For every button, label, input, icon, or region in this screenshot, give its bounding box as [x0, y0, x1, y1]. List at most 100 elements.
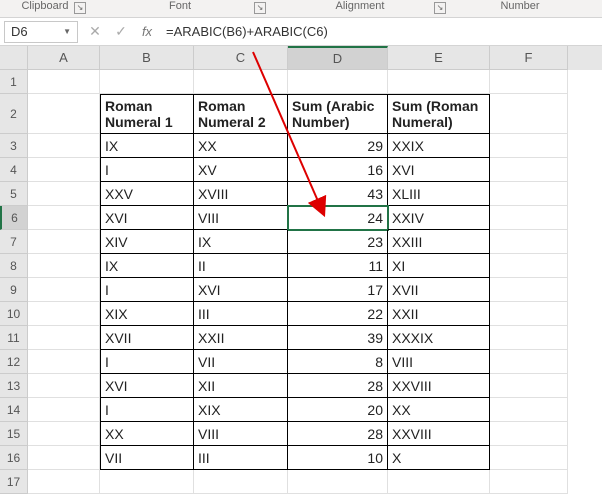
- cell[interactable]: 8: [288, 350, 388, 374]
- cell[interactable]: [388, 70, 490, 94]
- col-header[interactable]: B: [100, 46, 194, 70]
- cell[interactable]: XVII: [388, 278, 490, 302]
- row-header[interactable]: 3: [0, 134, 27, 158]
- cell[interactable]: Sum (Arabic Number): [288, 94, 388, 134]
- cell[interactable]: [28, 206, 100, 230]
- dialog-launcher-icon[interactable]: ↘: [74, 2, 86, 14]
- cell[interactable]: [490, 206, 568, 230]
- cell[interactable]: [28, 254, 100, 278]
- cell[interactable]: XXXIX: [388, 326, 490, 350]
- cell[interactable]: Sum (Roman Numeral): [388, 94, 490, 134]
- row-header[interactable]: 4: [0, 158, 27, 182]
- cell[interactable]: [28, 278, 100, 302]
- row-header[interactable]: 5: [0, 182, 27, 206]
- cell[interactable]: [490, 70, 568, 94]
- cell[interactable]: XXVIII: [388, 422, 490, 446]
- cell[interactable]: XV: [194, 158, 288, 182]
- row-header[interactable]: 15: [0, 422, 27, 446]
- row-header[interactable]: 17: [0, 470, 27, 494]
- row-header[interactable]: 8: [0, 254, 27, 278]
- cell[interactable]: XX: [194, 134, 288, 158]
- cell[interactable]: [288, 470, 388, 494]
- cell[interactable]: [28, 94, 100, 134]
- cell[interactable]: 20: [288, 398, 388, 422]
- enter-icon[interactable]: ✓: [108, 23, 134, 40]
- cell[interactable]: XXVIII: [388, 374, 490, 398]
- cell[interactable]: II: [194, 254, 288, 278]
- cell[interactable]: XVI: [194, 278, 288, 302]
- col-header[interactable]: A: [28, 46, 100, 70]
- cell[interactable]: 22: [288, 302, 388, 326]
- cell[interactable]: [490, 446, 568, 470]
- cell[interactable]: XI: [388, 254, 490, 278]
- row-header[interactable]: 16: [0, 446, 27, 470]
- cell[interactable]: [28, 158, 100, 182]
- cell[interactable]: IX: [100, 134, 194, 158]
- cell[interactable]: [490, 254, 568, 278]
- cell[interactable]: [28, 470, 100, 494]
- cell[interactable]: [490, 350, 568, 374]
- cell[interactable]: Roman Numeral 2: [194, 94, 288, 134]
- row-header[interactable]: 12: [0, 350, 27, 374]
- cell[interactable]: [490, 422, 568, 446]
- cell[interactable]: [28, 374, 100, 398]
- cell[interactable]: I: [100, 158, 194, 182]
- cell[interactable]: XIV: [100, 230, 194, 254]
- cell[interactable]: XIX: [194, 398, 288, 422]
- fx-icon[interactable]: fx: [134, 24, 160, 39]
- cell[interactable]: XXIV: [388, 206, 490, 230]
- cell[interactable]: XXV: [100, 182, 194, 206]
- cancel-icon[interactable]: ✕: [82, 23, 108, 40]
- cell[interactable]: [28, 350, 100, 374]
- cell[interactable]: XX: [388, 398, 490, 422]
- cell[interactable]: [490, 94, 568, 134]
- cell[interactable]: XLIII: [388, 182, 490, 206]
- cell[interactable]: XII: [194, 374, 288, 398]
- cell[interactable]: [28, 134, 100, 158]
- cell[interactable]: XXIX: [388, 134, 490, 158]
- cell[interactable]: Roman Numeral 1: [100, 94, 194, 134]
- cell[interactable]: I: [100, 398, 194, 422]
- cell[interactable]: [490, 470, 568, 494]
- cell[interactable]: 28: [288, 422, 388, 446]
- formula-input[interactable]: =ARABIC(B6)+ARABIC(C6): [160, 21, 602, 43]
- select-all-corner[interactable]: [0, 46, 27, 70]
- cell[interactable]: [28, 70, 100, 94]
- name-box[interactable]: D6 ▼: [4, 21, 78, 43]
- cell[interactable]: VII: [194, 350, 288, 374]
- cell[interactable]: 29: [288, 134, 388, 158]
- cell[interactable]: [28, 326, 100, 350]
- cell[interactable]: [490, 230, 568, 254]
- cell[interactable]: XXIII: [388, 230, 490, 254]
- cell[interactable]: [28, 446, 100, 470]
- cell[interactable]: IX: [194, 230, 288, 254]
- cell[interactable]: 39: [288, 326, 388, 350]
- cell[interactable]: [100, 70, 194, 94]
- dialog-launcher-icon[interactable]: ↘: [254, 2, 266, 14]
- cell[interactable]: [288, 70, 388, 94]
- cell[interactable]: [28, 182, 100, 206]
- cell[interactable]: [100, 470, 194, 494]
- cell[interactable]: IX: [100, 254, 194, 278]
- col-header[interactable]: E: [388, 46, 490, 70]
- cell[interactable]: [490, 134, 568, 158]
- cell[interactable]: III: [194, 302, 288, 326]
- cell[interactable]: [490, 398, 568, 422]
- cell[interactable]: XVI: [100, 206, 194, 230]
- cell[interactable]: XVI: [100, 374, 194, 398]
- dialog-launcher-icon[interactable]: ↘: [434, 2, 446, 14]
- row-header[interactable]: 9: [0, 278, 27, 302]
- cell[interactable]: 11: [288, 254, 388, 278]
- cell[interactable]: 24: [288, 206, 388, 230]
- cell[interactable]: [490, 326, 568, 350]
- cell[interactable]: XVI: [388, 158, 490, 182]
- row-header[interactable]: 6: [0, 206, 27, 230]
- cell[interactable]: I: [100, 278, 194, 302]
- cell[interactable]: [490, 182, 568, 206]
- cell[interactable]: [490, 302, 568, 326]
- cell[interactable]: I: [100, 350, 194, 374]
- cell[interactable]: XVIII: [194, 182, 288, 206]
- cell[interactable]: 23: [288, 230, 388, 254]
- row-header[interactable]: 13: [0, 374, 27, 398]
- cell[interactable]: [388, 470, 490, 494]
